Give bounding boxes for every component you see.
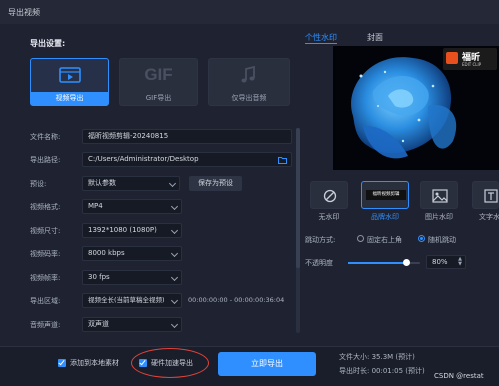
format-value: MP4 — [88, 202, 103, 210]
no-watermark-option[interactable] — [310, 181, 348, 209]
path-input[interactable]: C:/Users/Administrator/Desktop — [82, 152, 292, 167]
framerate-select[interactable]: 30 fps — [82, 270, 182, 285]
fixed-corner-label: 固定右上角 — [367, 236, 402, 244]
no-sign-icon — [323, 189, 337, 203]
tab-watermark[interactable]: 个性水印 — [305, 32, 337, 43]
chevron-down-icon — [170, 320, 179, 329]
opacity-label: 不透明度 — [305, 259, 333, 267]
export-now-button[interactable]: 立即导出 — [218, 352, 316, 376]
logo-subtext: EDIT CLIP — [462, 62, 482, 67]
hardware-accel-checkbox[interactable] — [139, 359, 147, 367]
preset-value: 默认参数 — [88, 179, 116, 187]
video-preview: 福昕 EDIT CLIP — [333, 46, 499, 170]
audio-export-label: 仅导出音频 — [231, 94, 267, 102]
video-export-button[interactable]: 视频导出 — [30, 58, 109, 106]
music-note-icon — [241, 65, 255, 83]
region-time-range: 00:00:00:00 - 00:00:00:36:04 — [188, 296, 285, 304]
path-value: C:/Users/Administrator/Desktop — [88, 155, 199, 163]
region-label: 导出区域: — [30, 297, 61, 305]
gif-export-label: GIF导出 — [145, 94, 172, 102]
tab-cover[interactable]: 封面 — [367, 32, 383, 43]
preset-select[interactable]: 默认参数 — [82, 176, 180, 191]
hardware-accel-label: 硬件加速导出 — [151, 359, 193, 367]
filename-input[interactable]: 福昕视频剪辑-20240815 — [82, 129, 292, 144]
text-watermark-label: 文字水印 — [479, 213, 499, 221]
tab-underline — [305, 43, 337, 44]
bitrate-label: 视频码率: — [30, 250, 61, 258]
file-size-text: 文件大小: 35.3M (预计) — [339, 353, 415, 361]
export-duration-text: 导出时长: 00:01:05 (预计) — [339, 367, 425, 375]
logo-mark-icon — [446, 52, 458, 64]
chevron-down-icon — [170, 226, 179, 235]
audio-value: 双声道 — [88, 320, 109, 328]
format-label: 视频格式: — [30, 203, 61, 211]
chevron-down-icon — [170, 273, 179, 282]
add-to-material-label: 添加到本地素材 — [70, 359, 119, 367]
random-label: 随机跳动 — [428, 236, 456, 244]
csdn-watermark: CSDN @restat — [434, 372, 484, 380]
filename-label: 文件名称: — [30, 133, 61, 141]
bitrate-value: 8000 kbps — [88, 249, 125, 257]
chevron-down-icon — [170, 249, 179, 258]
size-select[interactable]: 1392*1080 (1080P) — [82, 223, 182, 238]
folder-icon[interactable] — [278, 156, 287, 164]
radio-random[interactable] — [418, 235, 425, 242]
brand-logo-badge: 福昕 EDIT CLIP — [443, 48, 497, 70]
form-scrollbar[interactable] — [296, 128, 300, 333]
size-label: 视频尺寸: — [30, 227, 61, 235]
text-watermark-option[interactable] — [472, 181, 499, 209]
opacity-value: 80% — [432, 258, 448, 266]
brand-watermark-option[interactable]: 福昕视频剪辑 — [361, 181, 409, 209]
region-value: 视频全长(当前草稿全视频) — [88, 296, 165, 304]
audio-label: 音频声道: — [30, 321, 61, 329]
stepper-arrows-icon[interactable]: ▲ ▼ — [458, 257, 462, 267]
opacity-slider-fill — [348, 262, 406, 264]
gif-icon: GIF — [144, 65, 173, 84]
title-bar: 导出视频 — [0, 0, 499, 24]
video-film-icon — [58, 67, 81, 83]
chevron-down-icon — [170, 296, 179, 305]
window-title: 导出视频 — [8, 8, 40, 17]
image-icon — [432, 189, 448, 203]
audio-select[interactable]: 双声道 — [82, 317, 182, 332]
framerate-label: 视频帧率: — [30, 274, 61, 282]
motion-label: 跳动方式: — [305, 236, 336, 244]
region-select[interactable]: 视频全长(当前草稿全视频) — [82, 293, 182, 308]
export-settings-heading: 导出设置: — [30, 39, 66, 48]
format-select[interactable]: MP4 — [82, 199, 182, 214]
audio-export-button[interactable]: 仅导出音频 — [208, 58, 290, 106]
radio-fixed-corner[interactable] — [357, 235, 364, 242]
no-watermark-label: 无水印 — [318, 213, 340, 221]
chevron-down-icon — [168, 179, 177, 188]
opacity-input[interactable]: 80% ▲ ▼ — [426, 255, 466, 269]
image-watermark-label: 图片水印 — [425, 213, 453, 221]
gif-export-button[interactable]: GIF GIF导出 — [119, 58, 198, 106]
brand-thumb: 福昕视频剪辑 — [366, 190, 406, 200]
preset-label: 预设: — [30, 180, 47, 188]
scrollbar-thumb[interactable] — [296, 128, 300, 268]
brand-watermark-label: 品牌水印 — [371, 213, 399, 221]
framerate-value: 30 fps — [88, 273, 110, 281]
size-value: 1392*1080 (1080P) — [88, 226, 157, 234]
add-to-material-checkbox[interactable] — [58, 359, 66, 367]
path-label: 导出路径: — [30, 156, 61, 164]
save-preset-button[interactable]: 保存为预设 — [189, 176, 242, 191]
video-export-label: 视频导出 — [31, 92, 108, 105]
opacity-slider[interactable] — [348, 259, 420, 266]
opacity-slider-thumb[interactable] — [402, 259, 410, 266]
text-icon — [484, 189, 498, 203]
bitrate-select[interactable]: 8000 kbps — [82, 246, 182, 261]
image-watermark-option[interactable] — [420, 181, 458, 209]
chevron-down-icon — [170, 202, 179, 211]
